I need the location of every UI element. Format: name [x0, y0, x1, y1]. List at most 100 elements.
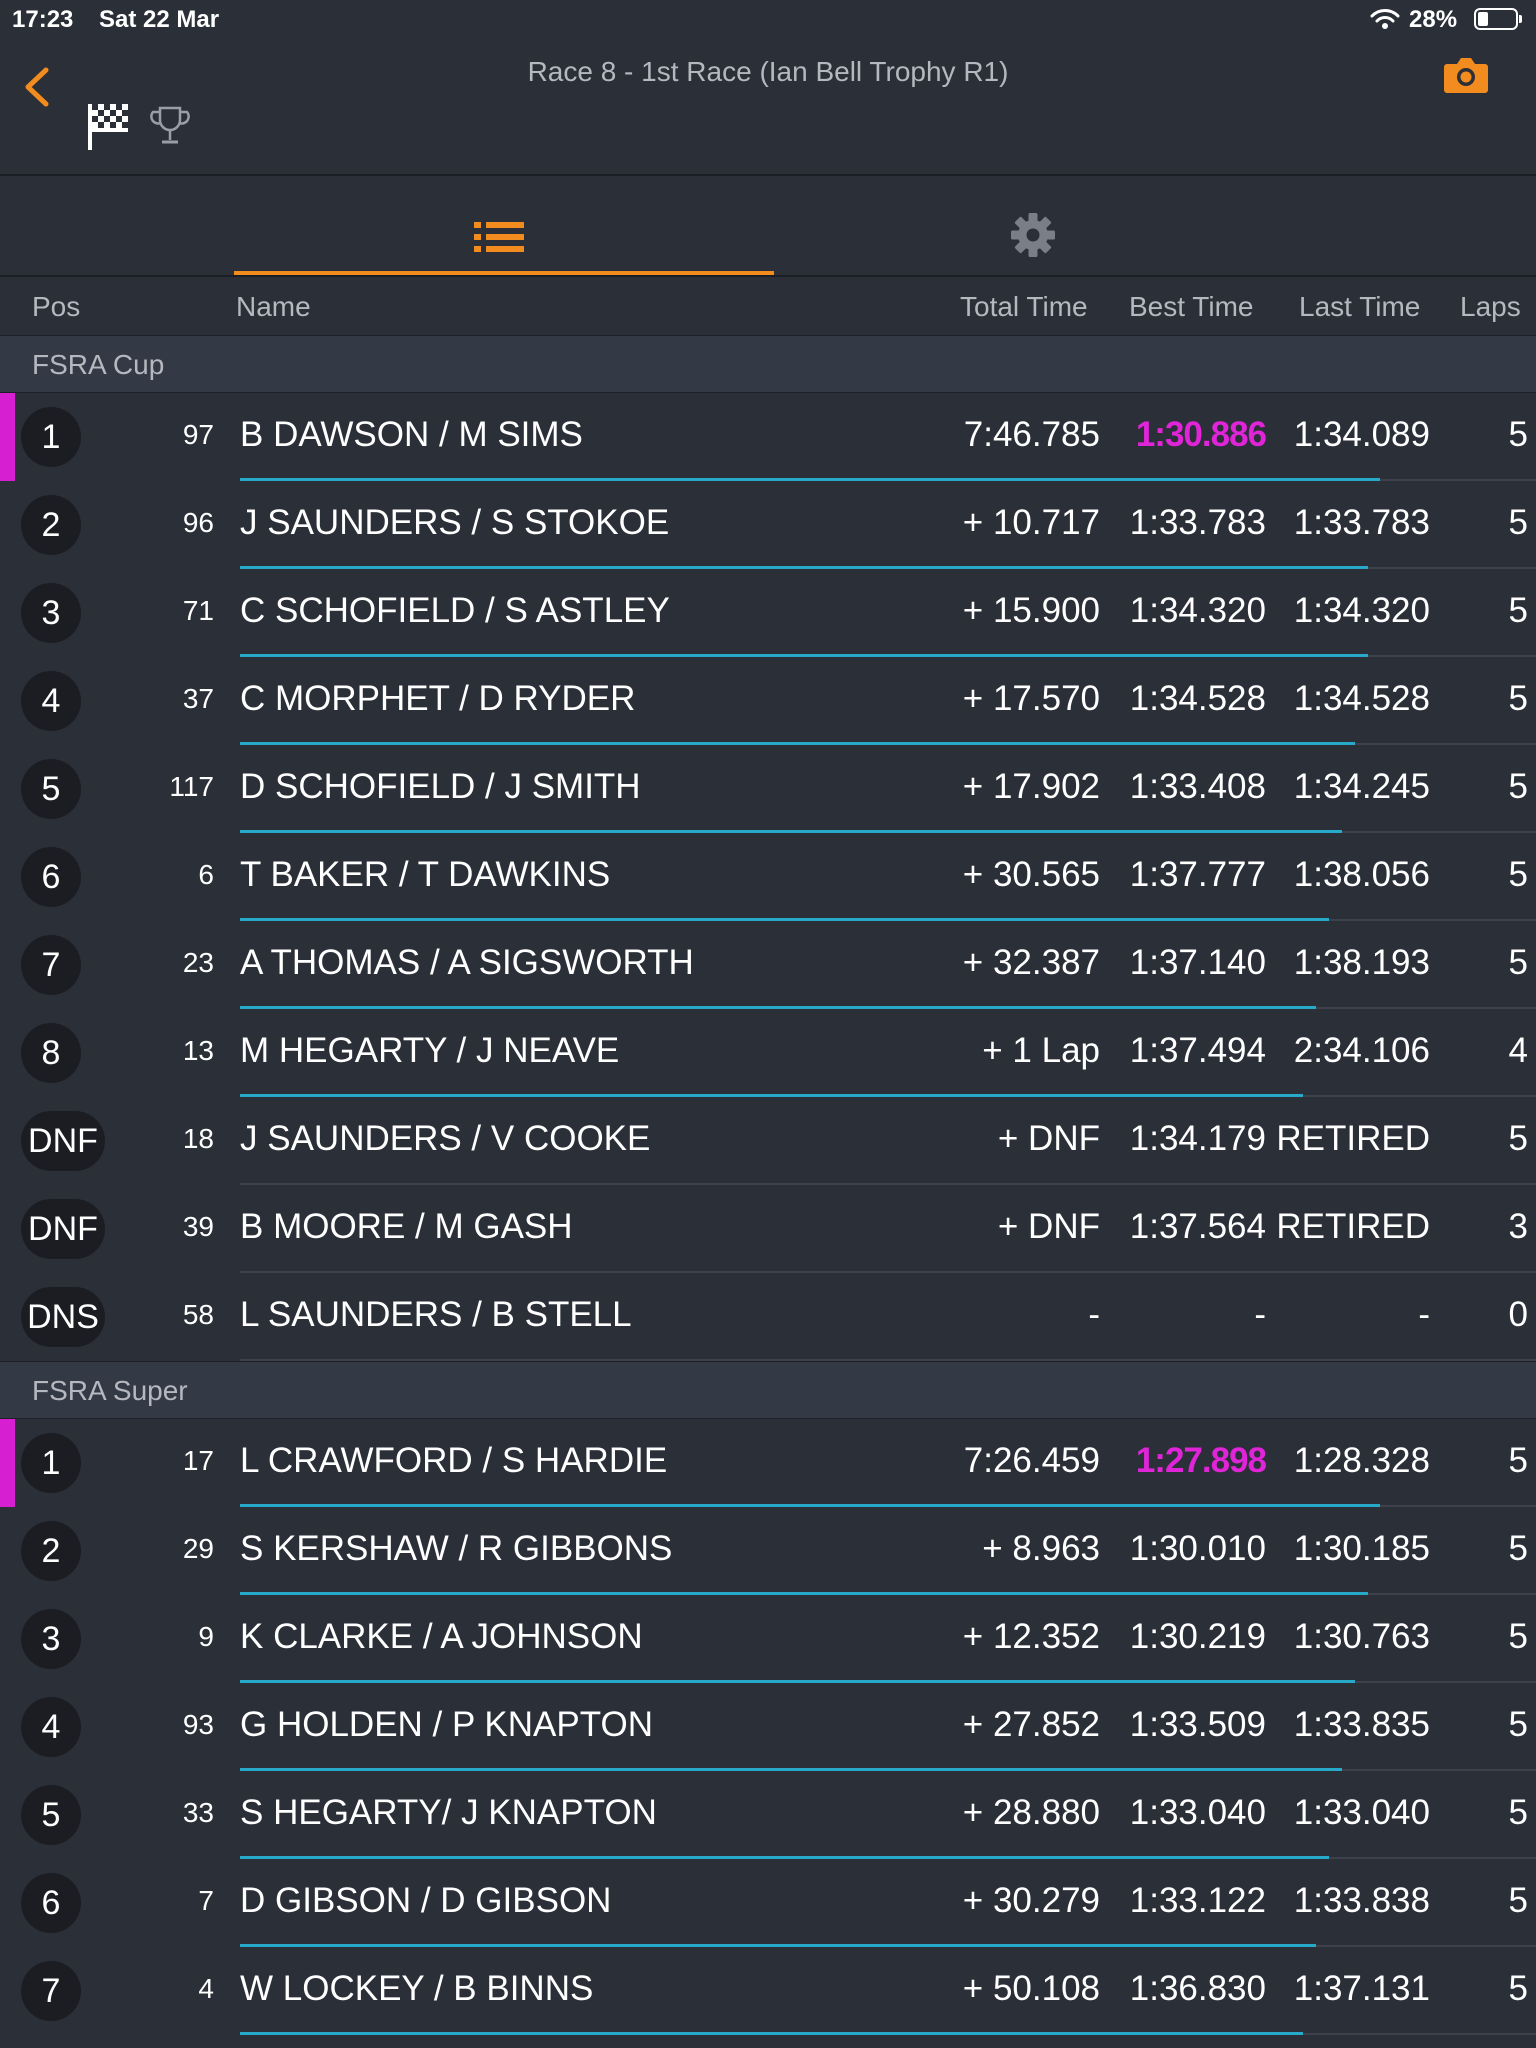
position-badge: 8 — [21, 1023, 81, 1083]
total-time: 7:26.459 — [963, 1441, 1100, 1480]
list-icon — [474, 222, 524, 252]
col-laps[interactable]: Laps — [1460, 291, 1521, 323]
total-time: + DNF — [997, 1119, 1100, 1158]
result-row[interactable]: 5 117 D SCHOFIELD / J SMITH + 17.902 1:33.40… — [0, 745, 1536, 833]
result-row[interactable]: 5 33 S HEGARTY/ J KNAPTON + 28.880 1:33.040 1… — [0, 1771, 1536, 1859]
position-badge: DNF — [21, 1111, 105, 1171]
total-time: + 17.902 — [962, 767, 1100, 806]
result-row[interactable]: 2 29 S KERSHAW / R GIBBONS + 8.963 1:30.010 1… — [0, 1507, 1536, 1595]
col-last-time[interactable]: Last Time — [1299, 291, 1420, 323]
col-total-time[interactable]: Total Time — [960, 291, 1088, 323]
view-tabs — [0, 176, 1536, 277]
total-time: + 30.279 — [962, 1881, 1100, 1920]
laps-count: 5 — [1508, 1119, 1528, 1158]
result-row[interactable]: DNS 58 L SAUNDERS / B STELL - - - 0 — [0, 1273, 1536, 1361]
driver-names: W LOCKEY / B BINNS — [240, 1969, 594, 2008]
car-number: 71 — [182, 595, 214, 626]
result-row[interactable]: 4 37 C MORPHET / D RYDER + 17.570 1:34.528 1:… — [0, 657, 1536, 745]
tab-settings[interactable] — [774, 176, 1294, 275]
result-row[interactable]: 8 13 M HEGARTY / J NEAVE + 1 Lap 1:37.494 2:3… — [0, 1009, 1536, 1097]
col-pos[interactable]: Pos — [32, 291, 80, 323]
best-time: 1:37.494 — [1129, 1031, 1266, 1070]
laps-count: 3 — [1508, 1207, 1528, 1246]
last-time: 1:34.245 — [1293, 767, 1430, 806]
result-row[interactable]: 7 23 A THOMAS / A SIGSWORTH + 32.387 1:37.14… — [0, 921, 1536, 1009]
car-number: 7 — [198, 1885, 214, 1916]
position-badge: 7 — [21, 1961, 81, 2021]
result-row[interactable]: 1 97 B DAWSON / M SIMS 7:46.785 1:30.886 1:34… — [0, 393, 1536, 481]
result-row[interactable]: 6 7 D GIBSON / D GIBSON + 30.279 1:33.122 1:3… — [0, 1859, 1536, 1947]
race-header: Race 8 - 1st Race (Ian Bell Trophy R1) — [0, 40, 1536, 176]
column-headers: Pos Name Total Time Best Time Last Time … — [0, 277, 1536, 334]
total-time: + 12.352 — [962, 1617, 1100, 1656]
battery-level — [1478, 12, 1488, 26]
laps-count: 5 — [1508, 415, 1528, 454]
position-badge: 5 — [21, 1785, 81, 1845]
col-best-time[interactable]: Best Time — [1129, 291, 1253, 323]
result-row[interactable]: 4 93 G HOLDEN / P KNAPTON + 27.852 1:33.509 1… — [0, 1683, 1536, 1771]
last-time: 1:33.040 — [1293, 1793, 1430, 1832]
lap-progress-bar — [240, 2032, 1303, 2035]
total-time: + 50.108 — [962, 1969, 1100, 2008]
driver-names: L CRAWFORD / S HARDIE — [240, 1441, 668, 1480]
laps-count: 5 — [1508, 767, 1528, 806]
result-row[interactable]: 7 4 W LOCKEY / B BINNS + 50.108 1:36.830 1:37… — [0, 1947, 1536, 2035]
last-time: RETIRED — [1276, 1207, 1430, 1246]
total-time: + 8.963 — [982, 1529, 1100, 1568]
position-badge: 4 — [21, 1697, 81, 1757]
col-name[interactable]: Name — [236, 291, 311, 323]
laps-count: 5 — [1508, 855, 1528, 894]
status-time: 17:23 — [12, 6, 74, 33]
position-badge: 6 — [21, 847, 81, 907]
car-number: 96 — [182, 507, 214, 538]
driver-names: M HEGARTY / J NEAVE — [240, 1031, 620, 1070]
total-time: 7:46.785 — [963, 415, 1100, 454]
result-row[interactable]: 3 9 K CLARKE / A JOHNSON + 12.352 1:30.219 1:… — [0, 1595, 1536, 1683]
class-section-title: FSRA Super — [32, 1375, 188, 1406]
result-row[interactable]: 3 71 C SCHOFIELD / S ASTLEY + 15.900 1:34.32… — [0, 569, 1536, 657]
car-number: 13 — [182, 1035, 214, 1066]
best-time: 1:33.783 — [1129, 503, 1266, 542]
trophy-icon[interactable] — [150, 104, 190, 148]
total-time: + 32.387 — [962, 943, 1100, 982]
tab-results-list[interactable] — [234, 176, 774, 275]
driver-names: L SAUNDERS / B STELL — [240, 1295, 632, 1334]
camera-icon[interactable] — [1443, 54, 1489, 94]
gear-icon — [1011, 213, 1055, 257]
laps-count: 5 — [1508, 1441, 1528, 1480]
total-time: + 10.717 — [962, 503, 1100, 542]
car-number: 97 — [182, 419, 214, 450]
last-time: 1:33.838 — [1293, 1881, 1430, 1920]
checkered-flag-icon[interactable] — [86, 100, 132, 152]
best-time: 1:37.140 — [1129, 943, 1266, 982]
car-number: 17 — [182, 1445, 214, 1476]
result-row[interactable]: DNF 18 J SAUNDERS / V COOKE + DNF 1:34.179 RE… — [0, 1097, 1536, 1185]
best-time: 1:34.179 — [1129, 1119, 1266, 1158]
best-time: 1:30.886 — [1135, 415, 1267, 454]
position-badge: 4 — [21, 671, 81, 731]
result-row[interactable]: 2 96 J SAUNDERS / S STOKOE + 10.717 1:33.783… — [0, 481, 1536, 569]
position-badge: 5 — [21, 759, 81, 819]
position-badge: 2 — [21, 495, 81, 555]
result-row[interactable]: DNF 39 B MOORE / M GASH + DNF 1:37.564 RETIRE… — [0, 1185, 1536, 1273]
class-section-title: FSRA Cup — [32, 349, 165, 380]
driver-names: K CLARKE / A JOHNSON — [240, 1617, 643, 1656]
last-time: 1:34.089 — [1293, 415, 1430, 454]
laps-count: 5 — [1508, 1793, 1528, 1832]
result-row[interactable]: 6 6 T BAKER / T DAWKINS + 30.565 1:37.777 1:3… — [0, 833, 1536, 921]
best-time: 1:33.509 — [1129, 1705, 1266, 1744]
last-time: 1:30.185 — [1293, 1529, 1430, 1568]
best-time: 1:33.122 — [1129, 1881, 1266, 1920]
total-time: + 17.570 — [962, 679, 1100, 718]
result-row[interactable]: 1 17 L CRAWFORD / S HARDIE 7:26.459 1:27.898… — [0, 1419, 1536, 1507]
total-time: + 30.565 — [962, 855, 1100, 894]
driver-names: B DAWSON / M SIMS — [240, 415, 583, 454]
laps-count: 5 — [1508, 1881, 1528, 1920]
laps-count: 5 — [1508, 503, 1528, 542]
battery-icon — [1474, 8, 1522, 30]
status-bar: 17:23 Sat 22 Mar 28% — [0, 0, 1536, 40]
total-time: + DNF — [997, 1207, 1100, 1246]
fastest-lap-marker — [0, 393, 15, 481]
laps-count: 5 — [1508, 1705, 1528, 1744]
driver-names: G HOLDEN / P KNAPTON — [240, 1705, 653, 1744]
